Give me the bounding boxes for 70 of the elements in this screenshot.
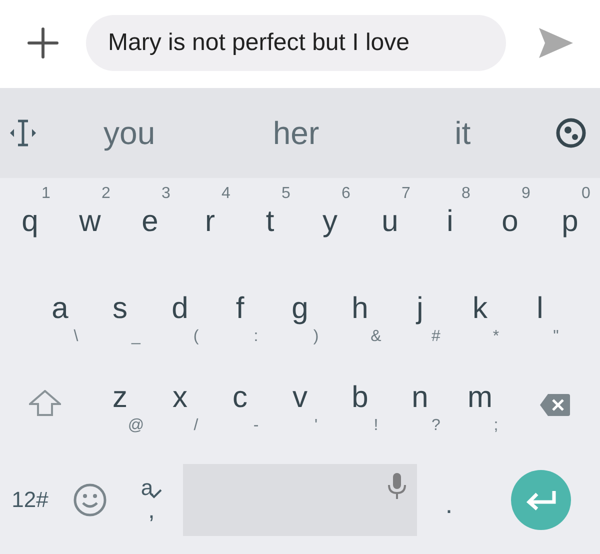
suggestion[interactable]: her <box>212 88 380 178</box>
enter-icon <box>524 488 556 510</box>
smiley-icon <box>73 482 107 516</box>
letter-key[interactable]: e <box>136 204 164 240</box>
message-text: Mary is not perfect but I love <box>108 28 410 58</box>
key-hint: 0 <box>582 184 590 204</box>
letter-key[interactable]: z <box>106 380 134 416</box>
key-hint: ! <box>374 416 378 436</box>
letter-key[interactable]: h <box>346 291 374 327</box>
key-hint: ; <box>494 416 498 436</box>
send-icon <box>539 28 573 58</box>
key-hint: * <box>492 327 500 347</box>
letter-key[interactable]: f <box>230 291 250 327</box>
suggestion[interactable]: it <box>379 88 546 178</box>
letter-key[interactable]: r <box>199 204 221 240</box>
key-hint: 5 <box>282 184 290 204</box>
key-hint: ) <box>313 327 319 347</box>
letter-key[interactable]: j <box>410 291 430 327</box>
key-hint: a <box>140 476 154 498</box>
shift-icon <box>29 390 61 416</box>
message-field[interactable]: Mary is not perfect but I love <box>86 15 506 71</box>
key-hint: # <box>432 327 440 347</box>
letter-key[interactable]: b <box>346 380 374 416</box>
letter-key[interactable]: a <box>46 291 74 327</box>
letter-key[interactable]: t <box>260 204 280 240</box>
key-hint: 4 <box>222 184 230 204</box>
key-hint: ? <box>432 416 440 436</box>
key-hint: ' <box>314 416 318 436</box>
letter-key[interactable]: n <box>406 380 434 416</box>
key-hint: 6 <box>342 184 350 204</box>
key-hint: ( <box>193 327 199 347</box>
microphone-icon <box>387 472 407 500</box>
key-hint: \ <box>74 327 78 347</box>
letter-key[interactable]: k <box>466 291 494 327</box>
comma-key[interactable]: , <box>144 498 159 522</box>
key-hint: 7 <box>402 184 410 204</box>
symbols-key[interactable]: 12# <box>0 445 60 554</box>
period-key[interactable]: . <box>417 445 481 554</box>
key-hint: - <box>253 416 259 436</box>
key-hint: : <box>254 327 258 347</box>
letter-key[interactable]: m <box>462 380 498 416</box>
key-hint: & <box>370 327 382 347</box>
letter-key[interactable]: p <box>556 204 584 240</box>
plus-icon <box>27 27 59 59</box>
key-hint: 2 <box>102 184 110 204</box>
key-hint: @ <box>128 416 144 436</box>
assistant-icon <box>555 117 587 149</box>
letter-key[interactable]: q <box>16 204 44 240</box>
letter-key[interactable]: d <box>166 291 194 327</box>
letter-key[interactable]: i <box>440 204 460 240</box>
key-hint: 8 <box>462 184 470 204</box>
letter-key[interactable]: x <box>166 380 194 416</box>
key-hint: 1 <box>42 184 50 204</box>
suggestion[interactable]: you <box>46 88 213 178</box>
key-hint: 9 <box>522 184 530 204</box>
letter-key[interactable]: s <box>106 291 134 327</box>
key-hint: 3 <box>162 184 170 204</box>
key-hint: / <box>194 416 198 436</box>
text-cursor-icon <box>8 118 38 148</box>
letter-key[interactable]: g <box>286 291 314 327</box>
key-hint: " <box>553 327 559 347</box>
letter-key[interactable]: o <box>496 204 524 240</box>
key-hint: _ <box>132 327 140 347</box>
backspace-icon <box>540 394 570 416</box>
letter-key[interactable]: c <box>226 380 254 416</box>
letter-key[interactable]: u <box>376 204 404 240</box>
letter-key[interactable]: v <box>286 380 314 416</box>
letter-key[interactable]: y <box>316 204 344 240</box>
letter-key[interactable]: w <box>73 204 107 240</box>
letter-key[interactable]: l <box>530 291 550 327</box>
